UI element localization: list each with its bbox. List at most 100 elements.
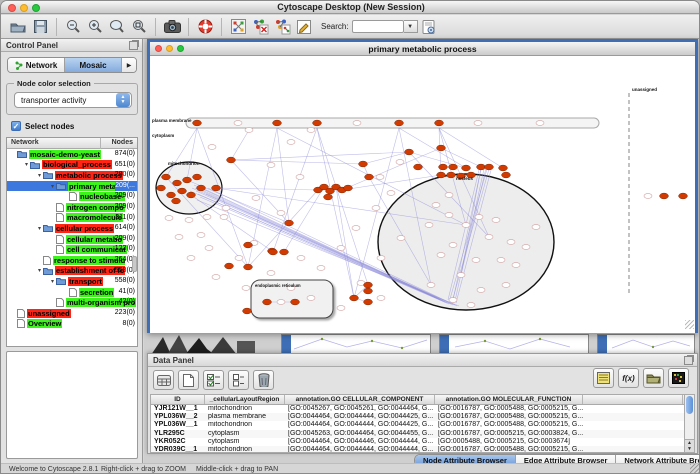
tree-row[interactable]: Overview8(0) xyxy=(7,319,137,330)
network-window-titlebar[interactable]: primary metabolic process xyxy=(150,42,695,56)
matrix-button[interactable] xyxy=(668,368,689,388)
attribute-grid-button[interactable] xyxy=(153,370,174,390)
destroy-network-button[interactable] xyxy=(249,17,271,37)
tree-scrollbar[interactable] xyxy=(132,256,137,272)
import-attributes-button[interactable] xyxy=(643,368,664,388)
tab-network[interactable]: Network xyxy=(8,58,65,72)
table-row[interactable]: YLR295Ccytoplasm[GO:0045263, GO:0044464,… xyxy=(151,430,685,438)
zoom-selected-button[interactable] xyxy=(128,17,150,37)
network-graph[interactable]: plasma membranecytoplasmmitochondrionnuc… xyxy=(150,57,695,333)
table-cell: [GO:0044464, GO:0044446, GO:0044444, G..… xyxy=(285,438,435,446)
search-dropdown-button[interactable]: ▼ xyxy=(404,20,418,33)
graph-node xyxy=(485,164,494,170)
tree-row[interactable]: nucleobase-209(0) xyxy=(7,191,137,202)
graph-label-node xyxy=(297,256,305,261)
app-resize-grip[interactable] xyxy=(690,464,700,474)
snapshot-button[interactable] xyxy=(161,17,183,37)
folder-icon xyxy=(17,150,27,158)
unselect-attributes-button[interactable] xyxy=(228,370,249,390)
graph-node xyxy=(660,193,669,199)
table-row[interactable]: YDR039C__1mitochondrion[GO:0044464, GO:0… xyxy=(151,446,685,453)
tree-row-label: transport xyxy=(68,277,103,286)
lifesaver-icon xyxy=(198,19,213,34)
table-column-header[interactable]: annotation.GO CELLULAR_COMPONENT xyxy=(285,395,435,404)
help-button[interactable] xyxy=(194,17,216,37)
tree-row[interactable]: macromolecule311(0) xyxy=(7,213,137,224)
function-builder-button[interactable]: f(x) xyxy=(618,368,639,388)
graph-node xyxy=(437,172,446,178)
expander-icon[interactable]: ▾ xyxy=(36,172,43,179)
tree-row[interactable]: mosaic-demo-yeast874(0) xyxy=(7,149,137,160)
attribute-list-button[interactable] xyxy=(593,368,614,388)
expander-icon[interactable]: ▾ xyxy=(49,278,56,285)
float-panel-icon[interactable] xyxy=(684,356,693,365)
expander-icon[interactable]: ▾ xyxy=(23,161,30,168)
expander-icon[interactable]: ▾ xyxy=(36,267,43,274)
window-resize-grip[interactable] xyxy=(685,320,694,329)
tree-row[interactable]: response to stimulu264(0) xyxy=(7,255,137,266)
tree-row[interactable]: ▾cellular process614(0) xyxy=(7,223,137,234)
expander-icon[interactable]: ▾ xyxy=(36,225,43,232)
node-color-dropdown[interactable]: transporter activity ▲▼ xyxy=(14,92,132,108)
annotation-button[interactable] xyxy=(293,17,315,37)
table-column-header[interactable]: annotation.GO MOLECULAR_FUNCTION xyxy=(435,395,583,404)
table-scrollbar[interactable]: ▲▼ xyxy=(684,394,695,453)
tree-row[interactable]: unassigned223(0) xyxy=(7,308,137,319)
table-row[interactable]: YPL036W__2plasma membrane[GO:0044464, GO… xyxy=(151,413,685,421)
table-cell: YJR121W__1 xyxy=(151,405,205,413)
tabs-overflow-button[interactable]: ▶ xyxy=(122,58,136,72)
table-cell: [GO:0016787, GO:0005215, GO:0003824, G..… xyxy=(435,430,583,438)
tree-row[interactable]: ▾metabolic process280(0) xyxy=(7,170,137,181)
zoom-out-button[interactable] xyxy=(62,17,84,37)
table-row[interactable]: YKR052Ccytoplasm[GO:0044464, GO:0044446,… xyxy=(151,438,685,446)
background-window-thumb[interactable] xyxy=(281,334,431,354)
new-attribute-button[interactable] xyxy=(178,370,199,390)
delete-attribute-button[interactable] xyxy=(253,370,274,390)
tab-mosaic[interactable]: Mosaic xyxy=(65,58,122,72)
tree-row[interactable]: multi-organism pro42(0) xyxy=(7,297,137,308)
tree-row-label: Overview xyxy=(27,319,62,328)
tree-row[interactable]: cell communicat122(0) xyxy=(7,244,137,255)
table-column-header[interactable] xyxy=(583,395,683,404)
graph-label-node xyxy=(432,203,440,208)
background-window-thumb[interactable] xyxy=(439,334,589,354)
data-panel-title: Data Panel xyxy=(153,356,194,365)
table-column-header[interactable]: ID xyxy=(151,395,205,404)
background-window-logo[interactable] xyxy=(149,335,257,355)
expander-icon[interactable]: ▾ xyxy=(49,183,56,190)
scrollbar-thumb[interactable] xyxy=(686,396,693,414)
graph-node xyxy=(395,120,404,126)
tree-row-count: 874(0) xyxy=(115,149,135,160)
vizmapper-button[interactable] xyxy=(227,17,249,37)
graph-node xyxy=(364,299,373,305)
zoom-in-button[interactable] xyxy=(84,17,106,37)
tree-row[interactable]: cellular metabo209(0) xyxy=(7,234,137,245)
tree-row[interactable]: ▾transport558(0) xyxy=(7,276,137,287)
select-nodes-label: Select nodes xyxy=(25,122,74,131)
table-row[interactable]: YJR121W__1mitochondrion[GO:0045267, GO:0… xyxy=(151,405,685,413)
graph-node xyxy=(364,288,373,294)
tree-row-count: 651(0) xyxy=(115,160,135,171)
search-config-button[interactable] xyxy=(418,17,440,37)
zoom-fit-button[interactable] xyxy=(106,17,128,37)
search-input[interactable] xyxy=(352,20,404,33)
tree-header[interactable]: Network Nodes xyxy=(7,138,137,149)
network-canvas[interactable]: plasma membranecytoplasmmitochondrionnuc… xyxy=(150,57,695,333)
tree-row[interactable]: ▾primary metabo209(... xyxy=(7,181,137,192)
table-column-header[interactable]: _cellularLayoutRegion xyxy=(205,395,285,404)
save-session-button[interactable] xyxy=(29,17,51,37)
select-nodes-checkbox[interactable]: ✓ xyxy=(11,121,21,131)
destroy-view-button[interactable] xyxy=(271,17,293,37)
float-panel-icon[interactable] xyxy=(129,41,138,50)
scrollbar-arrows[interactable]: ▲▼ xyxy=(685,439,694,452)
tree-row-count: 209(0) xyxy=(115,191,135,202)
tree-row[interactable]: ▾establishment of lo558(0) xyxy=(7,266,137,277)
tree-row[interactable]: secretion41(0) xyxy=(7,287,137,298)
select-attributes-button[interactable] xyxy=(203,370,224,390)
tree-row[interactable]: nitrogen compo209(0) xyxy=(7,202,137,213)
attribute-table: ID_cellularLayoutRegionannotation.GO CEL… xyxy=(150,394,686,453)
background-window-thumb[interactable] xyxy=(597,334,695,354)
table-row[interactable]: YPL036W__1mitochondrion[GO:0044464, GO:0… xyxy=(151,421,685,429)
open-session-button[interactable] xyxy=(7,17,29,37)
tree-row[interactable]: ▾biological_process651(0) xyxy=(7,160,137,171)
